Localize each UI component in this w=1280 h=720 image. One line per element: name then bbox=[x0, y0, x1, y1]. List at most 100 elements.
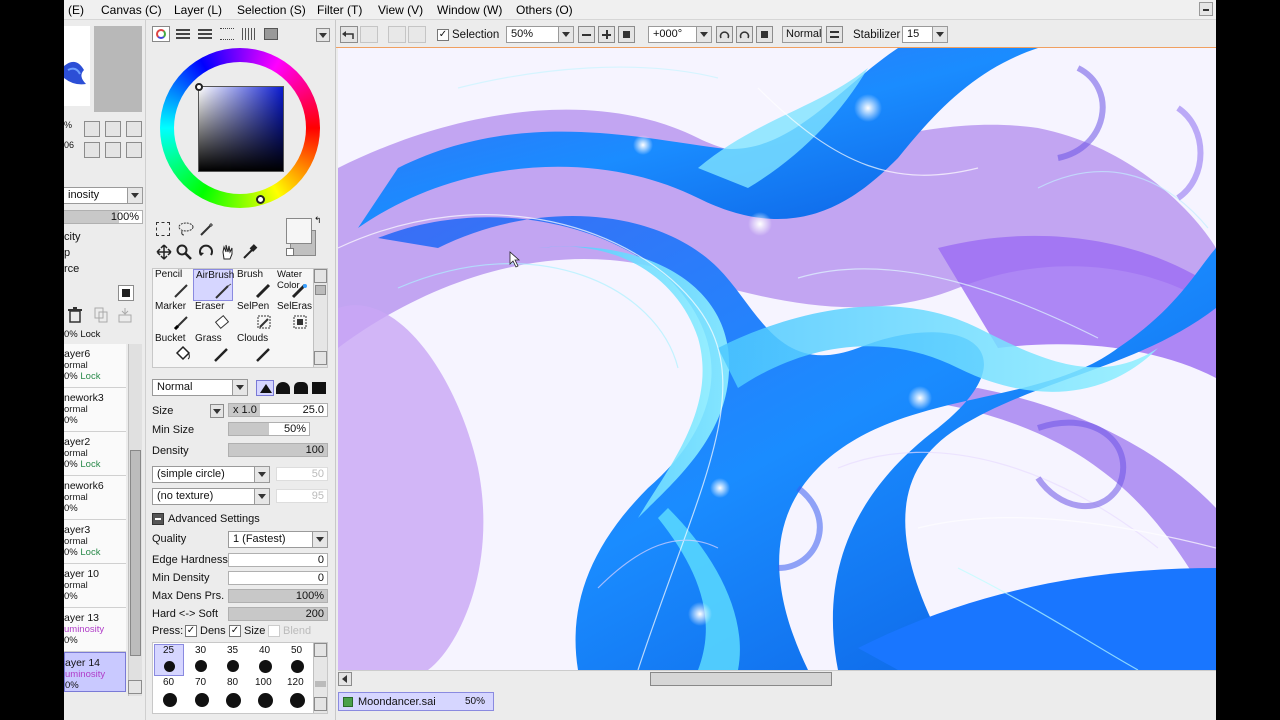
texture-strength-slider[interactable]: 95 bbox=[276, 489, 328, 503]
press-size-checkbox[interactable]: ✓ bbox=[229, 625, 241, 637]
rotate-right-button[interactable] bbox=[736, 26, 753, 43]
layer-item[interactable]: ayer 10 ormal 0% bbox=[64, 564, 126, 608]
deselect-button[interactable] bbox=[388, 26, 406, 43]
tool-airbrush-selected[interactable]: AirBrush bbox=[193, 269, 234, 301]
layer-item-selected[interactable]: ayer 14 uminosity 0% bbox=[64, 652, 126, 692]
zoom-reset-button[interactable] bbox=[618, 26, 635, 43]
density-slider[interactable]: 100 bbox=[228, 443, 328, 457]
advanced-settings-label[interactable]: Advanced Settings bbox=[168, 513, 260, 525]
swatches-tab-icon[interactable] bbox=[220, 28, 234, 40]
menu-view[interactable]: View (V) bbox=[378, 3, 423, 17]
scratchpad-tab-icon[interactable] bbox=[242, 28, 256, 40]
tool-watercolor[interactable]: Water Color bbox=[275, 269, 311, 301]
canvas-horizontal-scrollbar[interactable] bbox=[338, 670, 1216, 688]
menu-others[interactable]: Others (O) bbox=[516, 3, 573, 17]
eyedropper-tool-icon[interactable] bbox=[242, 244, 258, 260]
size-presets-scrollbar[interactable] bbox=[313, 643, 327, 713]
size-preset-dot[interactable] bbox=[163, 693, 177, 707]
nav-zoom-in-button[interactable] bbox=[105, 121, 121, 137]
saturation-value-square[interactable] bbox=[198, 86, 284, 172]
size-range-button[interactable] bbox=[210, 404, 224, 418]
zoom-out-button[interactable] bbox=[578, 26, 595, 43]
move-tool-icon[interactable] bbox=[156, 244, 172, 260]
nav-rotate-left-button[interactable] bbox=[84, 142, 100, 158]
size-preset-dot[interactable] bbox=[227, 660, 239, 672]
layer-scroll-down-button[interactable] bbox=[128, 680, 142, 694]
brush-shape-round-button[interactable] bbox=[276, 382, 290, 394]
scroll-thumb[interactable] bbox=[650, 672, 832, 686]
brush-texture-select[interactable]: (no texture) bbox=[152, 488, 270, 505]
magic-wand-icon[interactable] bbox=[200, 222, 214, 236]
size-preset-label[interactable]: 35 bbox=[227, 645, 238, 656]
size-preset-dot[interactable] bbox=[195, 660, 207, 672]
copy-layer-icon[interactable] bbox=[94, 307, 108, 323]
opacity-option-1[interactable]: city bbox=[64, 231, 81, 243]
file-tab[interactable]: Moondancer.sai 50% bbox=[338, 692, 494, 711]
layer-item[interactable]: nework6 ormal 0% bbox=[64, 476, 126, 520]
merge-layer-icon[interactable] bbox=[118, 307, 132, 323]
minimize-button[interactable] bbox=[1199, 2, 1213, 16]
tool-pencil[interactable]: Pencil bbox=[153, 269, 193, 301]
layer-item[interactable]: ayer6 ormal 0% Lock bbox=[64, 344, 126, 388]
undo-button[interactable] bbox=[340, 26, 358, 43]
delete-layer-icon[interactable] bbox=[68, 307, 82, 323]
invert-selection-button[interactable] bbox=[408, 26, 426, 43]
press-blend-checkbox[interactable] bbox=[268, 625, 280, 637]
brush-shape-square-button[interactable] bbox=[312, 382, 326, 394]
size-preset-label[interactable]: 30 bbox=[195, 645, 206, 656]
size-preset-dot[interactable] bbox=[164, 661, 175, 672]
size-preset-dot[interactable] bbox=[195, 693, 209, 707]
brush-shape-soft-button[interactable] bbox=[294, 382, 308, 394]
flip-horizontal-button[interactable] bbox=[826, 26, 843, 43]
size-preset-label[interactable]: 70 bbox=[195, 677, 206, 688]
rotate-reset-button[interactable] bbox=[756, 26, 773, 43]
scroll-left-button[interactable] bbox=[338, 672, 352, 686]
brush-blend-select[interactable]: Normal bbox=[152, 379, 248, 396]
tool-grass[interactable]: Grass bbox=[193, 333, 233, 365]
menu-filter[interactable]: Filter (T) bbox=[317, 3, 362, 17]
tool-eraser[interactable]: Eraser bbox=[193, 301, 233, 333]
drawing-canvas[interactable] bbox=[338, 48, 1216, 670]
size-preset-label[interactable]: 120 bbox=[287, 677, 304, 688]
menu-edit[interactable]: (E) bbox=[68, 3, 84, 17]
lasso-select-icon[interactable] bbox=[178, 222, 194, 236]
quality-select[interactable]: 1 (Fastest) bbox=[228, 531, 328, 548]
rgb-slider-tab-icon[interactable] bbox=[176, 28, 190, 40]
sv-picker-handle[interactable] bbox=[195, 83, 203, 91]
size-preset-dot[interactable] bbox=[226, 693, 241, 708]
press-density-checkbox[interactable]: ✓ bbox=[185, 625, 197, 637]
rotate-left-button[interactable] bbox=[716, 26, 733, 43]
size-preset-label[interactable]: 60 bbox=[163, 677, 174, 688]
nav-zoom-reset-button[interactable] bbox=[126, 121, 142, 137]
tool-scroll-up-button[interactable] bbox=[314, 269, 327, 283]
max-density-slider[interactable]: 100% bbox=[228, 589, 328, 603]
nav-zoom-out-button[interactable] bbox=[84, 121, 100, 137]
layer-item[interactable]: nework3 ormal 0% bbox=[64, 388, 126, 432]
size-preset-dot[interactable] bbox=[291, 660, 304, 673]
user-colors-tab-icon[interactable] bbox=[264, 28, 278, 40]
tool-scroll-down-button[interactable] bbox=[314, 351, 327, 365]
opacity-option-2[interactable]: p bbox=[64, 247, 70, 259]
size-preset-label[interactable]: 80 bbox=[227, 677, 238, 688]
angle-select[interactable]: +000° bbox=[648, 26, 712, 43]
size-preset-label[interactable]: 50 bbox=[291, 645, 302, 656]
layer-scrollbar-thumb[interactable] bbox=[130, 450, 141, 656]
stabilizer-select[interactable]: 15 bbox=[902, 26, 948, 43]
min-density-slider[interactable]: 0 bbox=[228, 571, 328, 585]
size-preset-label[interactable]: 40 bbox=[259, 645, 270, 656]
brush-shape-triangle-button[interactable] bbox=[256, 380, 274, 396]
opacity-option-3[interactable]: rce bbox=[64, 263, 79, 275]
size-preset-dot[interactable] bbox=[258, 693, 273, 708]
tool-seleras[interactable]: SelEras bbox=[275, 301, 312, 333]
layer-opacity-slider[interactable]: 100% bbox=[64, 210, 143, 224]
redo-button[interactable] bbox=[360, 26, 378, 43]
zoom-tool-icon[interactable] bbox=[176, 244, 192, 260]
layer-item[interactable]: ayer2 ormal 0% Lock bbox=[64, 432, 126, 476]
view-mode-normal-button[interactable]: Normal bbox=[782, 26, 822, 43]
layer-scrollbar[interactable] bbox=[128, 344, 142, 696]
advanced-collapse-icon[interactable] bbox=[152, 513, 164, 525]
tool-selpen[interactable]: SelPen bbox=[235, 301, 275, 333]
swap-colors-icon[interactable]: ↰ bbox=[314, 216, 322, 225]
tool-palette-scrollbar[interactable] bbox=[313, 269, 327, 367]
reset-colors-icon[interactable] bbox=[286, 248, 294, 256]
